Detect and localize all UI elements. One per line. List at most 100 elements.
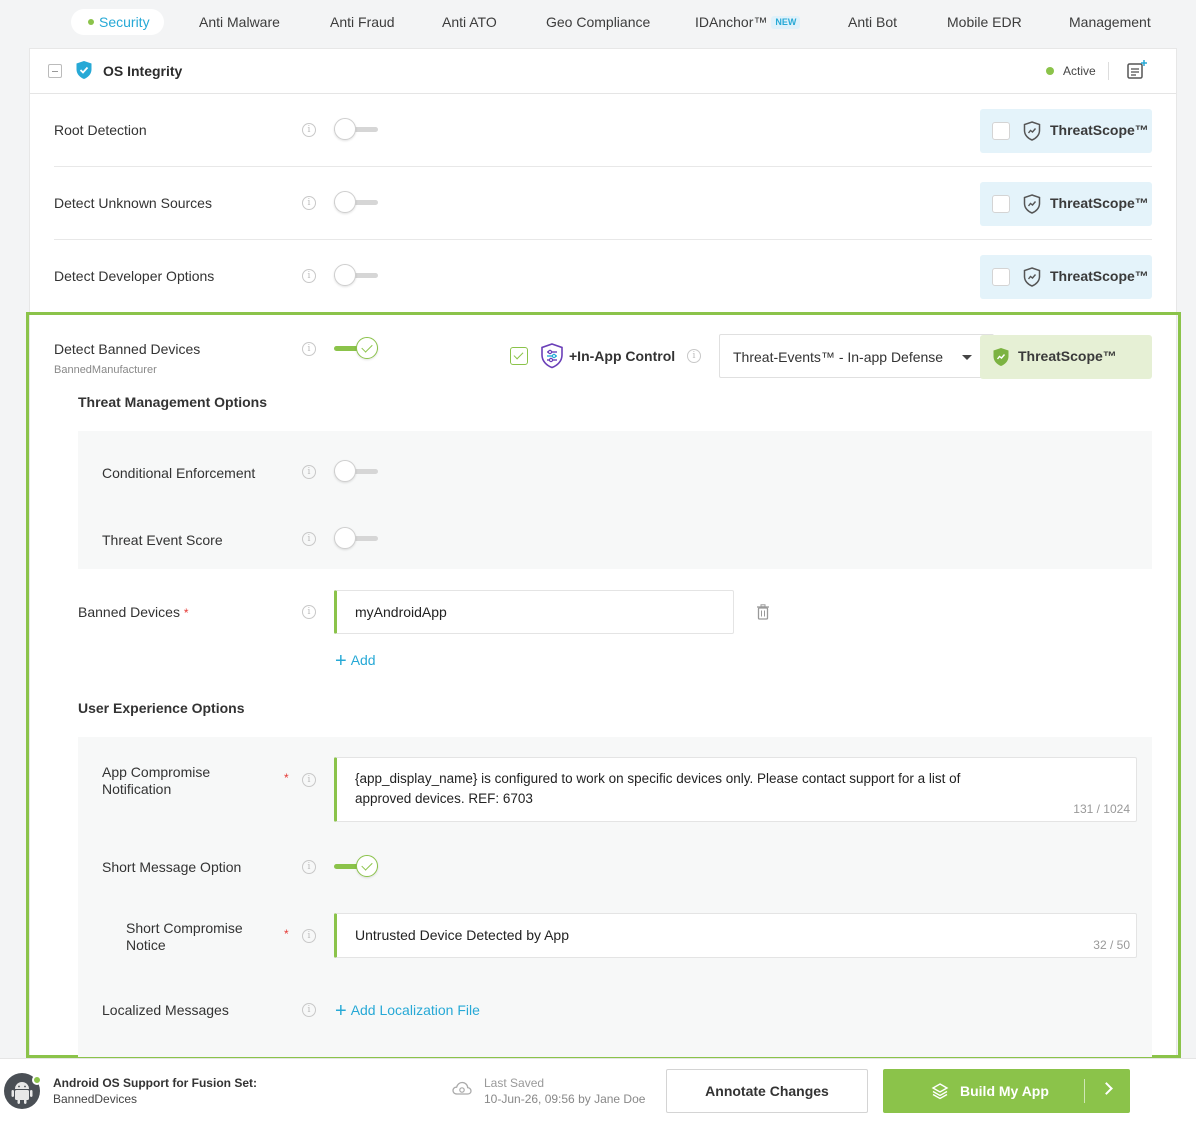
tab-geo-compliance[interactable]: Geo Compliance xyxy=(546,9,650,35)
footer-bar: Android OS Support for Fusion Set: Banne… xyxy=(0,1058,1196,1122)
info-icon[interactable]: i xyxy=(687,349,701,363)
threat-events-select[interactable]: Threat-Events™ - In-app Defense xyxy=(719,334,994,378)
short-compromise-notice-counter: 32 / 50 xyxy=(1093,938,1130,952)
os-integrity-card: OS Integrity Active Root Detection i Thr… xyxy=(26,48,1181,1058)
detect-banned-devices-label: Detect Banned Devices xyxy=(54,341,201,357)
chevron-right-icon[interactable] xyxy=(1100,1082,1113,1095)
detect-unknown-sources-label: Detect Unknown Sources xyxy=(54,195,212,211)
tab-anti-ato[interactable]: Anti ATO xyxy=(442,9,497,35)
banned-device-input-value: myAndroidApp xyxy=(355,604,447,620)
threatscope-unknown-sources[interactable]: ThreatScope™ xyxy=(980,182,1152,226)
tab-idanchor[interactable]: IDAnchor™ NEW xyxy=(695,9,801,35)
in-app-control-checkbox[interactable] xyxy=(510,347,528,365)
fusion-set-name: BannedDevices xyxy=(53,1092,138,1106)
required-mark: * xyxy=(183,606,189,620)
last-saved-label: Last Saved xyxy=(484,1076,545,1090)
threatscope-label: ThreatScope™ xyxy=(1050,195,1149,211)
info-icon[interactable]: i xyxy=(302,929,316,943)
info-icon[interactable]: i xyxy=(302,532,316,546)
in-app-control-label: +In-App Control xyxy=(569,348,676,364)
conditional-enforcement-toggle[interactable] xyxy=(334,460,380,484)
conditional-enforcement-label: Conditional Enforcement xyxy=(102,465,256,481)
tab-security[interactable]: Security xyxy=(71,9,164,35)
app-compromise-notification-value: {app_display_name} is configured to work… xyxy=(355,771,961,806)
banned-manufacturer-sublabel: BannedManufacturer xyxy=(54,364,157,376)
info-icon[interactable]: i xyxy=(302,465,316,479)
threatscope-shield-icon xyxy=(993,348,1009,366)
build-my-app-button[interactable]: Build My App xyxy=(883,1069,1130,1113)
threatscope-checkbox[interactable] xyxy=(992,195,1010,213)
threatscope-label: ThreatScope™ xyxy=(1050,268,1149,284)
shield-check-icon xyxy=(76,61,92,79)
threat-management-title: Threat Management Options xyxy=(78,394,268,410)
threatscope-checkbox[interactable] xyxy=(992,122,1010,140)
short-compromise-notice-input[interactable]: Untrusted Device Detected by App 32 / 50 xyxy=(334,913,1137,958)
info-icon[interactable]: i xyxy=(302,342,316,356)
new-badge: NEW xyxy=(771,16,801,29)
detect-banned-devices-toggle[interactable] xyxy=(334,337,380,361)
info-icon[interactable]: i xyxy=(302,1003,316,1017)
banned-devices-label: Banned Devices * xyxy=(78,604,189,620)
plus-icon: + xyxy=(335,1000,347,1022)
threatscope-label: ThreatScope™ xyxy=(1050,122,1149,138)
short-compromise-notice-label: Short Compromise Notice xyxy=(126,920,243,953)
header-divider xyxy=(1108,62,1109,80)
collapse-toggle[interactable] xyxy=(48,64,62,78)
tab-mobile-edr[interactable]: Mobile EDR xyxy=(947,9,1022,35)
add-note-icon[interactable] xyxy=(1126,59,1148,81)
detect-unknown-sources-toggle[interactable] xyxy=(334,191,380,215)
card-title: OS Integrity xyxy=(103,63,183,79)
banned-device-input[interactable]: myAndroidApp xyxy=(334,590,734,634)
threat-event-score-toggle[interactable] xyxy=(334,527,380,551)
build-my-app-label: Build My App xyxy=(960,1083,1049,1099)
in-app-control-shield-icon xyxy=(541,343,563,369)
tab-idanchor-label: IDAnchor™ xyxy=(695,14,768,30)
root-detection-toggle[interactable] xyxy=(334,118,380,142)
short-message-option-toggle[interactable] xyxy=(334,855,380,879)
short-message-option-label: Short Message Option xyxy=(102,859,242,875)
detect-developer-options-label: Detect Developer Options xyxy=(54,268,215,284)
tab-anti-fraud[interactable]: Anti Fraud xyxy=(330,9,395,35)
status-text: Active xyxy=(1063,64,1096,78)
detect-developer-options-toggle[interactable] xyxy=(334,264,380,288)
add-localization-label: Add Localization File xyxy=(350,1002,480,1018)
row-divider xyxy=(54,239,1152,240)
threat-management-panel xyxy=(78,431,1152,569)
info-icon[interactable]: i xyxy=(302,269,316,283)
info-icon[interactable]: i xyxy=(302,605,316,619)
banned-devices-label-text: Banned Devices xyxy=(78,604,180,620)
info-icon[interactable]: i xyxy=(302,860,316,874)
threatscope-banned-devices[interactable]: ThreatScope™ xyxy=(980,335,1152,379)
last-saved-value: 10-Jun-26, 09:56 by Jane Doe xyxy=(484,1092,646,1106)
app-compromise-notification-textarea[interactable]: {app_display_name} is configured to work… xyxy=(334,757,1137,822)
row-divider xyxy=(54,166,1152,167)
annotate-changes-button[interactable]: Annotate Changes xyxy=(666,1069,868,1113)
app-compromise-notification-counter: 131 / 1024 xyxy=(1073,802,1130,816)
info-icon[interactable]: i xyxy=(302,196,316,210)
tab-management[interactable]: Management xyxy=(1069,9,1151,35)
tab-anti-bot[interactable]: Anti Bot xyxy=(848,9,897,35)
user-experience-title: User Experience Options xyxy=(78,700,245,716)
localized-messages-label: Localized Messages xyxy=(102,1002,229,1018)
app-compromise-notification-label: App Compromise Notification xyxy=(102,764,211,797)
layers-build-icon xyxy=(931,1083,949,1100)
threatscope-shield-icon xyxy=(1023,121,1041,141)
build-button-divider xyxy=(1084,1079,1085,1103)
threatscope-checkbox[interactable] xyxy=(992,268,1010,286)
cloud-sync-icon xyxy=(452,1081,472,1095)
root-detection-label: Root Detection xyxy=(54,122,147,138)
info-icon[interactable]: i xyxy=(302,123,316,137)
tab-anti-malware[interactable]: Anti Malware xyxy=(199,9,280,35)
threatscope-developer-options[interactable]: ThreatScope™ xyxy=(980,255,1152,299)
add-label: Add xyxy=(350,652,376,668)
threatscope-shield-icon xyxy=(1023,267,1041,287)
threatscope-root-detection[interactable]: ThreatScope™ xyxy=(980,109,1152,153)
info-icon[interactable]: i xyxy=(302,773,316,787)
add-localization-file-button[interactable]: + Add Localization File xyxy=(335,1000,480,1023)
online-status-dot xyxy=(32,1075,42,1085)
threat-events-select-value: Threat-Events™ - In-app Defense xyxy=(733,349,944,365)
fusion-set-title: Android OS Support for Fusion Set: xyxy=(53,1076,257,1090)
trash-icon[interactable] xyxy=(756,604,770,620)
status-dot xyxy=(1046,67,1054,75)
add-banned-device-button[interactable]: + Add xyxy=(335,650,376,673)
